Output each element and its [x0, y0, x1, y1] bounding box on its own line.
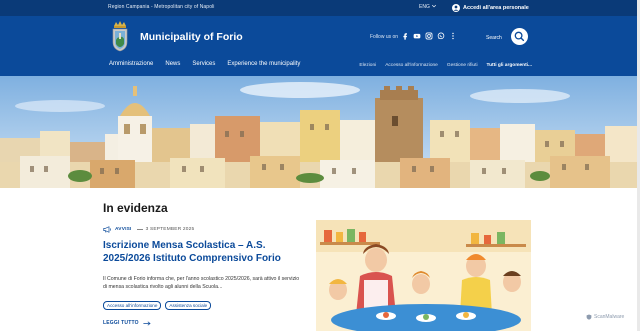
secondary-navigation: Elezioni Accesso all'informazione Gestio… — [359, 63, 532, 68]
whatsapp-icon[interactable] — [437, 32, 445, 40]
nav-item-news[interactable]: News — [165, 61, 180, 67]
chevron-down-icon[interactable] — [431, 3, 437, 9]
tag-accesso-informazione[interactable]: Accesso all'informazione — [103, 301, 162, 310]
nav-item-services[interactable]: Services — [192, 61, 215, 67]
instagram-icon[interactable] — [425, 32, 433, 40]
article-image[interactable] — [316, 220, 531, 331]
login-label: Accedi all'area personale — [463, 5, 529, 11]
article-tags: Accesso all'informazione Assistenza soci… — [103, 301, 212, 310]
article-headline[interactable]: Iscrizione Mensa Scolastica – A.S. 2025/… — [103, 239, 293, 265]
search-icon — [514, 31, 525, 42]
article-meta: AVVISI 3 SEPTEMBER 2025 — [103, 226, 194, 233]
nav-item-all-topics[interactable]: Tutti gli argomenti... — [487, 63, 532, 68]
top-bar: Region Campania - Metropolitan city of N… — [0, 0, 640, 16]
section-title: In evidenza — [103, 201, 168, 215]
header: Municipality of Forio Follow us on Searc… — [0, 16, 640, 76]
shield-icon — [586, 314, 592, 320]
meta-separator — [136, 229, 143, 230]
facebook-icon[interactable] — [401, 32, 409, 40]
nav-item-gestione-rifiuti[interactable]: Gestione rifiuti — [447, 63, 478, 68]
megaphone-icon — [103, 226, 111, 233]
watermark-logo: ScanMalware — [586, 314, 624, 320]
login-button[interactable]: Accedi all'area personale — [452, 2, 529, 14]
site-title[interactable]: Municipality of Forio — [140, 31, 243, 43]
more-icon[interactable] — [449, 32, 457, 40]
watermark-label: ScanMalware — [594, 314, 625, 320]
follow-us-label: Follow us on — [370, 34, 399, 40]
nav-item-elezioni[interactable]: Elezioni — [359, 63, 376, 68]
nav-item-accesso-informazione[interactable]: Accesso all'informazione — [385, 63, 438, 68]
read-more-label: LEGGI TUTTO — [103, 320, 139, 326]
nav-item-amministrazione[interactable]: Amministrazione — [109, 61, 153, 67]
main-navigation: Amministrazione News Services Experience… — [109, 61, 300, 67]
arrow-right-icon — [143, 320, 151, 326]
youtube-icon[interactable] — [413, 32, 421, 40]
region-link[interactable]: Region Campania - Metropolitan city of N… — [108, 4, 215, 10]
tag-assistenza-sociale[interactable]: Assistenza sociale — [165, 301, 212, 310]
article-date: 3 SEPTEMBER 2025 — [145, 227, 195, 232]
search-label[interactable]: Search — [486, 35, 502, 41]
town-panorama-illustration — [0, 76, 637, 188]
article-category[interactable]: AVVISI — [115, 227, 132, 232]
article-excerpt: Il Comune di Forio informa che, per l'an… — [103, 276, 300, 290]
nav-item-experience[interactable]: Experience the municipality — [227, 61, 300, 67]
read-more-link[interactable]: LEGGI TUTTO — [103, 320, 151, 326]
user-icon — [452, 4, 460, 12]
municipality-crest-logo[interactable] — [110, 20, 130, 52]
school-canteen-illustration — [316, 220, 531, 331]
search-button[interactable] — [511, 28, 528, 45]
hero-image — [0, 76, 637, 188]
language-selector[interactable]: ENG — [419, 4, 430, 10]
